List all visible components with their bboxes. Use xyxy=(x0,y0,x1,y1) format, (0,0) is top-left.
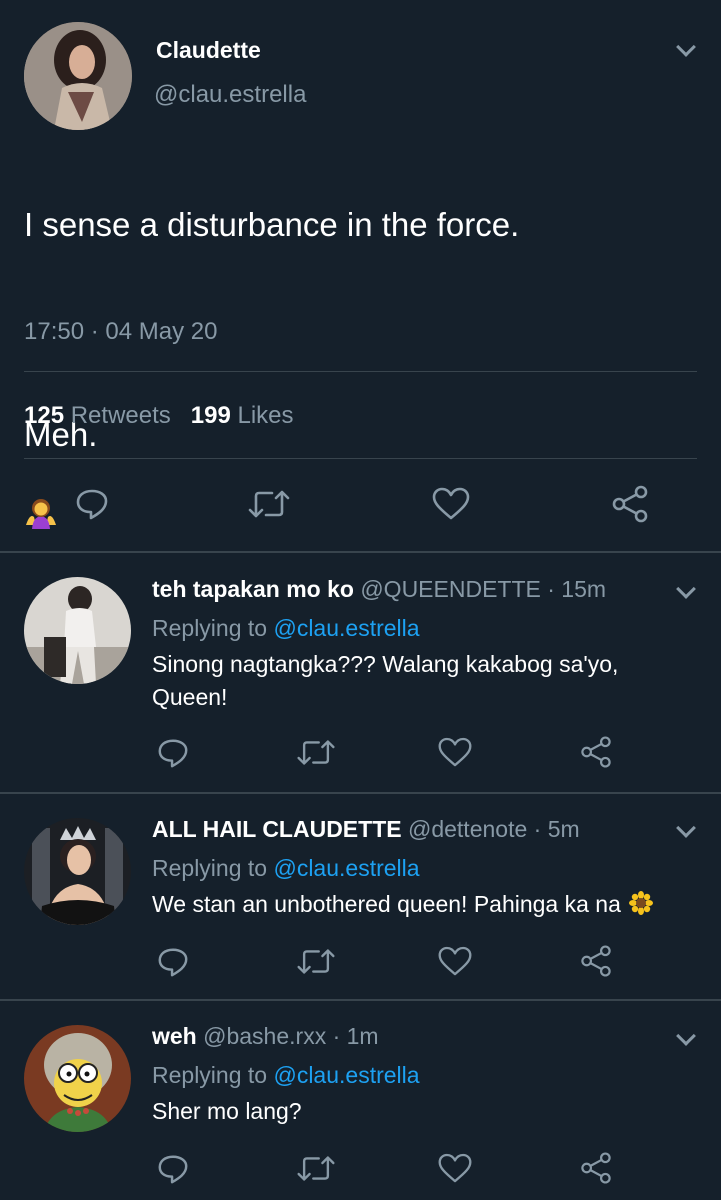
reply-text: Sher mo lang? xyxy=(152,1098,302,1124)
tweet-text: I sense a disturbance in the force. Meh. xyxy=(24,165,694,574)
reply-icon xyxy=(158,948,188,977)
retweet-icon xyxy=(297,1156,335,1181)
replying-prefix: Replying to xyxy=(152,615,268,641)
replying-prefix: Replying to xyxy=(152,855,268,881)
like-button[interactable] xyxy=(437,945,473,978)
avatar[interactable] xyxy=(24,22,132,130)
divider xyxy=(24,371,697,372)
display-name[interactable]: ALL HAIL CLAUDETTE xyxy=(152,816,402,842)
reply-text: Sinong nagtangka??? Walang kakabog sa'yo… xyxy=(152,651,619,710)
reply-button[interactable] xyxy=(156,945,190,979)
retweet-icon xyxy=(248,490,290,518)
handle-and-time[interactable]: @dettenote · 5m xyxy=(408,816,580,842)
share-icon xyxy=(581,1152,611,1184)
share-button[interactable] xyxy=(579,943,613,979)
replying-to: Replying to @clau.estrella xyxy=(152,855,420,882)
share-button[interactable] xyxy=(610,484,650,524)
retweets-label: Retweets xyxy=(70,402,171,429)
sunflower-emoji-icon xyxy=(628,891,653,915)
reply-header: weh @bashe.rxx · 1m xyxy=(152,1023,379,1050)
display-name[interactable]: teh tapakan mo ko xyxy=(152,576,354,602)
tweet-text-line-2: Meh. xyxy=(24,375,694,534)
replying-prefix: Replying to xyxy=(152,1062,268,1088)
handle-and-time[interactable]: @bashe.rxx · 1m xyxy=(203,1023,378,1049)
reply-icon xyxy=(158,1155,188,1184)
reply-button[interactable] xyxy=(156,736,190,770)
replying-handle-link[interactable]: @clau.estrella xyxy=(273,1062,419,1088)
retweet-button[interactable] xyxy=(295,1152,337,1185)
chevron-down-icon[interactable] xyxy=(676,37,696,57)
replying-to: Replying to @clau.estrella xyxy=(152,1062,420,1089)
share-icon xyxy=(581,945,611,977)
likes-label: Likes xyxy=(237,402,294,429)
display-name[interactable]: Claudette xyxy=(156,37,261,64)
reply-header: ALL HAIL CLAUDETTE @dettenote · 5m xyxy=(152,816,580,843)
tweet-text-line-1: I sense a disturbance in the force. xyxy=(24,206,520,243)
tweet-stats: 125 Retweets 199 Likes xyxy=(24,402,294,430)
heart-icon xyxy=(432,487,470,520)
avatar[interactable] xyxy=(24,818,131,925)
retweet-button[interactable] xyxy=(295,945,337,978)
retweet-button[interactable] xyxy=(295,736,337,769)
divider xyxy=(24,458,697,459)
reply-tweet: ALL HAIL CLAUDETTE @dettenote · 5m Reply… xyxy=(0,794,721,1000)
reply-tweet: weh @bashe.rxx · 1m Replying to @clau.es… xyxy=(0,1001,721,1200)
like-button[interactable] xyxy=(437,1152,473,1185)
reply-button[interactable] xyxy=(156,1152,190,1186)
handle-and-time[interactable]: @QUEENDETTE · 15m xyxy=(360,576,606,602)
reply-tweet: teh tapakan mo ko @QUEENDETTE · 15m Repl… xyxy=(0,553,721,793)
reply-button[interactable] xyxy=(74,486,110,522)
retweet-button[interactable] xyxy=(246,486,292,522)
reply-header: teh tapakan mo ko @QUEENDETTE · 15m xyxy=(152,576,606,603)
like-button[interactable] xyxy=(437,736,473,769)
display-name[interactable]: weh xyxy=(152,1023,197,1049)
heart-icon xyxy=(438,946,472,976)
chevron-down-icon[interactable] xyxy=(676,1026,696,1046)
tweet-thread: Claudette @clau.estrella I sense a distu… xyxy=(0,0,721,1200)
user-handle[interactable]: @clau.estrella xyxy=(154,81,306,109)
avatar[interactable] xyxy=(24,1025,131,1132)
likes-count: 199 xyxy=(190,402,231,429)
replying-to: Replying to @clau.estrella xyxy=(152,615,420,642)
share-button[interactable] xyxy=(579,1150,613,1186)
replying-handle-link[interactable]: @clau.estrella xyxy=(273,615,419,641)
heart-icon xyxy=(438,1153,472,1183)
like-button[interactable] xyxy=(431,486,471,522)
retweets-stat[interactable]: 125 Retweets xyxy=(24,402,171,429)
share-button[interactable] xyxy=(579,734,613,770)
share-icon xyxy=(612,485,648,523)
replying-handle-link[interactable]: @clau.estrella xyxy=(273,855,419,881)
heart-icon xyxy=(438,737,472,767)
reply-icon xyxy=(76,489,108,520)
share-icon xyxy=(581,736,611,768)
reply-text-row: We stan an unbothered queen! Pahinga ka … xyxy=(152,888,712,921)
likes-stat[interactable]: 199 Likes xyxy=(191,402,294,429)
reply-icon xyxy=(158,739,188,768)
reply-text: We stan an unbothered queen! Pahinga ka … xyxy=(152,891,621,917)
tweet-timestamp[interactable]: 17:50 · 04 May 20 xyxy=(24,318,217,346)
chevron-down-icon[interactable] xyxy=(676,579,696,599)
retweet-icon xyxy=(297,740,335,765)
avatar[interactable] xyxy=(24,577,131,684)
chevron-down-icon[interactable] xyxy=(676,818,696,838)
retweet-icon xyxy=(297,949,335,974)
retweets-count: 125 xyxy=(24,402,65,429)
main-tweet: Claudette @clau.estrella I sense a distu… xyxy=(0,0,721,552)
shrug-emoji-icon xyxy=(24,455,58,529)
